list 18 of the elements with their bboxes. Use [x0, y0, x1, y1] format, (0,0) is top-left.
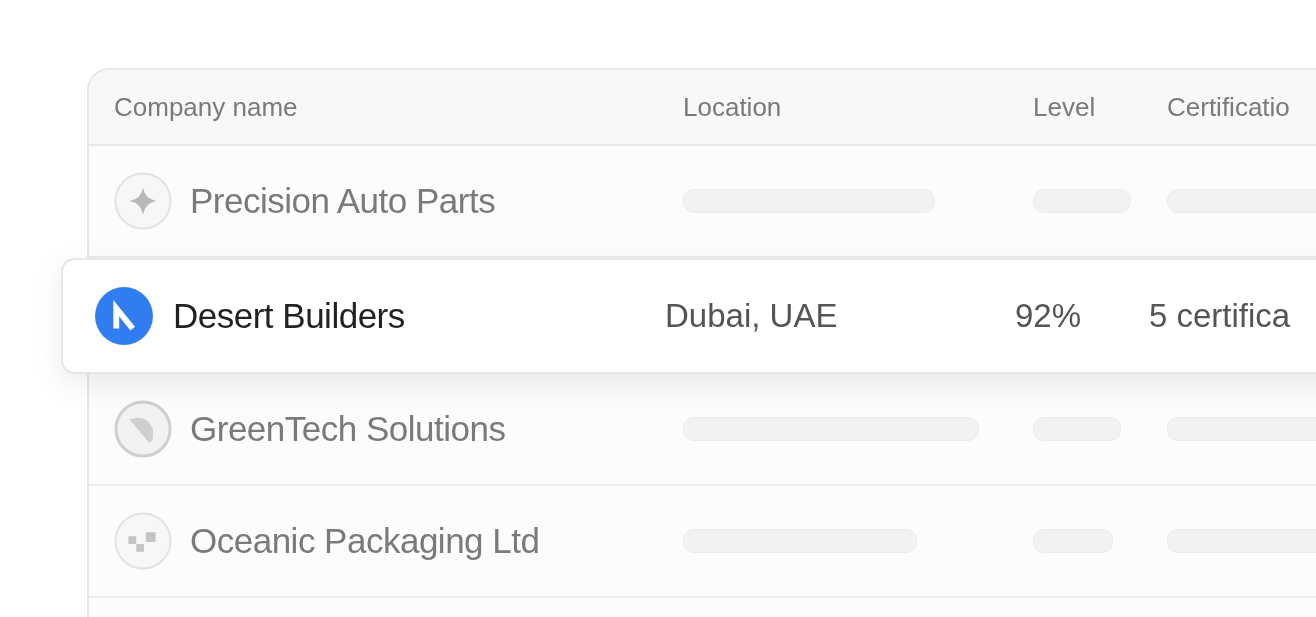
company-name: Desert Builders	[173, 296, 405, 336]
location-text: Dubai, UAE	[665, 297, 839, 335]
company-logo-icon	[95, 287, 153, 345]
table-row[interactable]: Oceanic Packaging Ltd	[89, 486, 1316, 598]
column-header: Level	[1033, 91, 1097, 123]
column-header: Certificatio	[1167, 91, 1291, 123]
company-name: Precision Auto Parts	[190, 181, 496, 221]
company-logo-icon	[114, 512, 172, 570]
company-name: Oceanic Packaging Ltd	[190, 521, 540, 561]
certifications-text: 5 certifica	[1149, 297, 1292, 335]
column-header: Location	[683, 91, 783, 123]
level-text: 92%	[1015, 297, 1083, 335]
company-logo-icon	[114, 400, 172, 458]
company-logo-icon	[114, 172, 172, 230]
selected-row[interactable]: Desert Builders Dubai, UAE 92% 5 certifica	[61, 258, 1316, 374]
column-header: Company name	[113, 91, 299, 123]
company-name: GreenTech Solutions	[190, 409, 506, 449]
table-row[interactable]: GreenTech Solutions	[89, 374, 1316, 486]
